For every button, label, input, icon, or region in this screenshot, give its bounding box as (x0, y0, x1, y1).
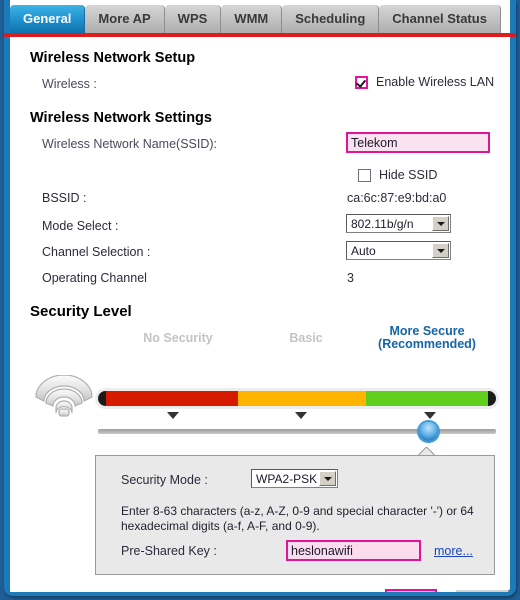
security-mode-dropdown[interactable]: WPA2-PSK (251, 469, 338, 488)
operating-channel-label: Operating Channel (42, 271, 147, 285)
hide-ssid-row[interactable]: Hide SSID (358, 168, 437, 182)
security-settings-panel: Security Mode : WPA2-PSK Enter 8-63 char… (95, 455, 495, 575)
enable-wireless-lan-label: Enable Wireless LAN (376, 75, 495, 89)
pre-shared-key-help-text: Enter 8-63 characters (a-z, A-Z, 0-9 and… (121, 504, 474, 533)
operating-channel-value: 3 (347, 271, 354, 285)
mode-select-value: 802.11b/g/n (351, 216, 414, 231)
channel-selection-label: Channel Selection : (42, 245, 151, 259)
security-level-slider-handle[interactable] (419, 422, 438, 441)
security-bar-segment-no-security (106, 391, 238, 406)
security-level-heading: Security Level (30, 303, 132, 320)
wireless-network-settings-heading: Wireless Network Settings (30, 110, 212, 126)
bssid-label: BSSID : (42, 191, 87, 205)
tab-list: General More AP WPS WMM Scheduling Chann… (10, 5, 501, 33)
tab-scheduling[interactable]: Scheduling (282, 5, 380, 33)
apply-button[interactable]: Apply (385, 589, 437, 592)
security-bar-segment-more-secure (366, 391, 488, 406)
security-level-color-bar (98, 391, 496, 406)
more-link[interactable]: more... (434, 544, 473, 558)
hide-ssid-checkbox[interactable] (358, 168, 371, 182)
chevron-down-icon[interactable] (432, 243, 449, 258)
hide-ssid-label: Hide SSID (379, 168, 438, 182)
ssid-label: Wireless Network Name(SSID): (42, 137, 218, 151)
security-level-label-no-security[interactable]: No Security (118, 331, 238, 345)
security-bar-segment-basic (238, 391, 366, 406)
tab-more-ap[interactable]: More AP (85, 5, 165, 33)
security-level-label-more-secure-line2: (Recommended) (378, 337, 476, 351)
chevron-down-icon[interactable] (432, 216, 449, 231)
general-tab-panel: Wireless Network Setup Wireless : Enable… (10, 37, 510, 592)
channel-selection-dropdown[interactable]: Auto (346, 241, 451, 260)
security-level-label-more-secure[interactable]: More Secure (Recommended) (362, 325, 492, 351)
security-marker-basic (295, 412, 307, 419)
bssid-value: ca:6c:87:e9:bd:a0 (347, 191, 447, 205)
channel-selection-value: Auto (351, 243, 376, 258)
security-level-label-basic[interactable]: Basic (246, 331, 366, 345)
security-marker-no-security (167, 412, 179, 419)
tab-wmm[interactable]: WMM (221, 5, 283, 33)
security-mode-value: WPA2-PSK (256, 471, 318, 486)
wifi-icon (32, 374, 96, 422)
enable-wireless-lan-row[interactable]: Enable Wireless LAN (355, 75, 494, 89)
tab-channel-status[interactable]: Channel Status (379, 5, 501, 33)
mode-select-dropdown[interactable]: 802.11b/g/n (346, 214, 451, 233)
pre-shared-key-input[interactable] (286, 540, 421, 561)
pre-shared-key-label: Pre-Shared Key : (121, 544, 217, 558)
cancel-button[interactable]: Cancel (455, 589, 510, 592)
mode-select-label: Mode Select : (42, 219, 119, 233)
enable-wireless-lan-checkbox[interactable] (355, 75, 368, 89)
router-config-window: General More AP WPS WMM Scheduling Chann… (0, 0, 520, 600)
wireless-network-setup-heading: Wireless Network Setup (30, 50, 196, 66)
chevron-down-icon[interactable] (319, 471, 336, 486)
tab-general[interactable]: General (10, 5, 86, 33)
security-marker-more-secure (424, 412, 436, 419)
ssid-input[interactable] (346, 132, 490, 153)
security-mode-label: Security Mode : (121, 473, 208, 487)
wireless-label: Wireless : (42, 77, 97, 91)
tab-wps[interactable]: WPS (164, 5, 222, 33)
